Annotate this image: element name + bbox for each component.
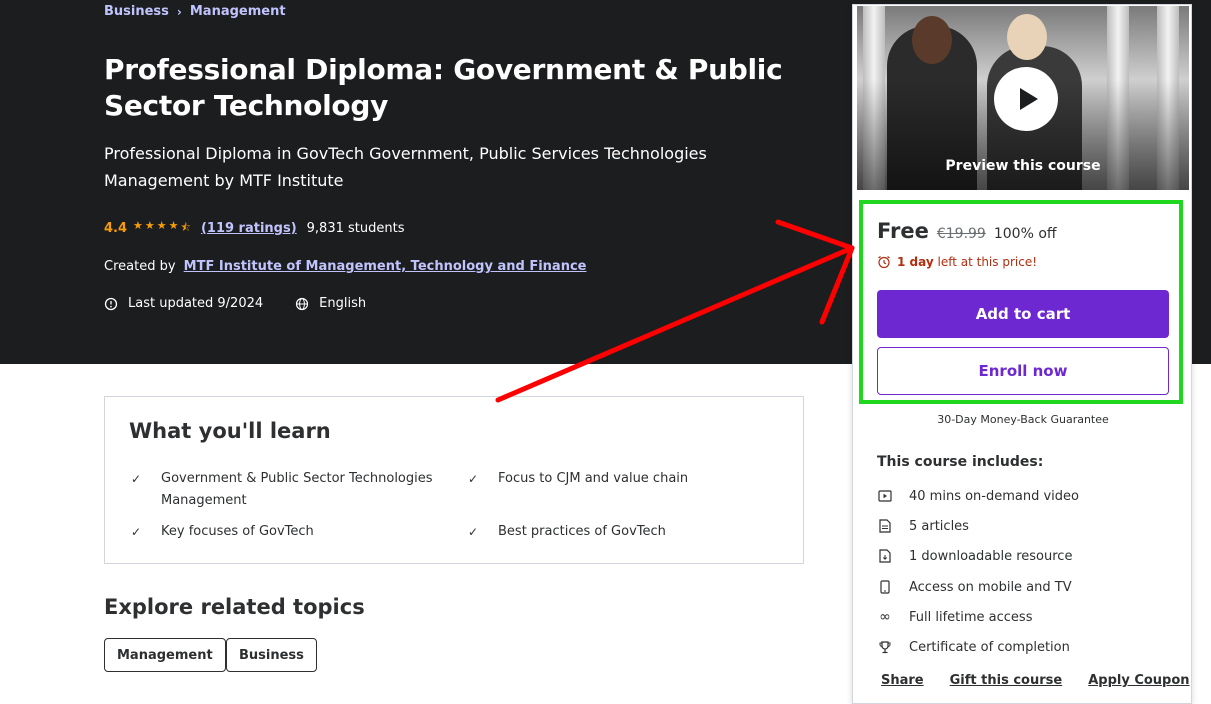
- sidebar-links: Share Gift this course Apply Coupon: [881, 673, 1190, 688]
- check-icon: ✓: [131, 525, 142, 539]
- breadcrumb-business[interactable]: Business: [104, 4, 169, 19]
- apply-coupon-link[interactable]: Apply Coupon: [1088, 673, 1189, 688]
- star-icon: ★: [168, 219, 179, 232]
- learn-item: ✓ Government & Public Sector Technologie…: [131, 468, 451, 512]
- rating-row: 4.4 ★ ★ ★ ★ ⯪ (119 ratings) 9,831 studen…: [104, 219, 404, 238]
- preview-label: Preview this course: [945, 158, 1101, 174]
- star-rating: ★ ★ ★ ★ ⯪: [133, 219, 191, 238]
- star-icon: ★: [156, 219, 167, 232]
- learn-item-text: Best practices of GovTech: [498, 524, 666, 539]
- gift-course-link[interactable]: Gift this course: [950, 673, 1063, 688]
- course-title: Professional Diploma: Government & Publi…: [104, 53, 783, 122]
- globe-icon: [296, 297, 309, 310]
- learn-item-text: Focus to CJM and value chain: [498, 471, 689, 486]
- language: English: [319, 296, 367, 311]
- money-back-guarantee: 30-Day Money-Back Guarantee: [937, 413, 1109, 426]
- course-subtitle: Professional Diploma in GovTech Governme…: [104, 144, 707, 190]
- include-item: 5 articles: [877, 518, 969, 534]
- breadcrumb: Business › Management: [104, 4, 286, 19]
- purchase-sidebar: Preview this course Free €19.99 100% off…: [852, 4, 1192, 704]
- star-icon: ★: [133, 219, 143, 232]
- star-icon: ★: [144, 219, 155, 232]
- learn-title: What you'll learn: [129, 419, 331, 443]
- learn-item: ✓ Focus to CJM and value chain: [468, 468, 788, 490]
- check-icon: ✓: [468, 472, 479, 486]
- author-link[interactable]: MTF Institute of Management, Technology …: [184, 259, 587, 274]
- topic-management-button[interactable]: Management: [104, 638, 226, 672]
- chevron-right-icon: ›: [176, 4, 182, 19]
- include-item: Access on mobile and TV: [877, 579, 1072, 595]
- created-by: Created by MTF Institute of Management, …: [104, 259, 586, 274]
- what-youll-learn-box: What you'll learn ✓ Government & Public …: [104, 396, 804, 564]
- infinity-icon: ∞: [879, 609, 891, 625]
- ratings-count-link[interactable]: (119 ratings): [201, 221, 297, 236]
- star-half-icon: ⯪: [180, 221, 191, 234]
- check-icon: ✓: [131, 472, 142, 486]
- course-preview[interactable]: Preview this course: [857, 6, 1189, 190]
- video-icon: [877, 488, 893, 504]
- includes-title: This course includes:: [877, 454, 1044, 470]
- learn-item-text: Key focuses of GovTech: [161, 524, 314, 539]
- download-file-icon: [877, 548, 893, 564]
- learn-item: ✓ Key focuses of GovTech: [131, 521, 451, 543]
- play-icon[interactable]: [994, 67, 1058, 131]
- learn-item: ✓ Best practices of GovTech: [468, 521, 788, 543]
- course-meta: Last updated 9/2024 English: [104, 296, 366, 311]
- students-count: 9,831 students: [306, 221, 405, 236]
- last-updated: Last updated 9/2024: [128, 296, 264, 311]
- include-item: 40 mins on-demand video: [877, 488, 1079, 504]
- mobile-icon: [877, 579, 893, 595]
- breadcrumb-management[interactable]: Management: [190, 4, 286, 19]
- learn-item-text: Government & Public Sector Technologies …: [161, 471, 433, 508]
- alert-clock-icon: [104, 297, 118, 310]
- article-icon: [877, 518, 893, 534]
- include-item: Certificate of completion: [877, 639, 1070, 655]
- rating-number: 4.4: [104, 221, 128, 236]
- created-by-label: Created by: [104, 259, 176, 274]
- explore-title: Explore related topics: [104, 595, 365, 619]
- include-item: ∞ Full lifetime access: [877, 609, 1032, 625]
- share-link[interactable]: Share: [881, 673, 924, 688]
- trophy-icon: [877, 639, 893, 655]
- check-icon: ✓: [468, 525, 479, 539]
- green-highlight-box: [859, 200, 1183, 404]
- include-item: 1 downloadable resource: [877, 548, 1072, 564]
- topic-business-button[interactable]: Business: [226, 638, 317, 672]
